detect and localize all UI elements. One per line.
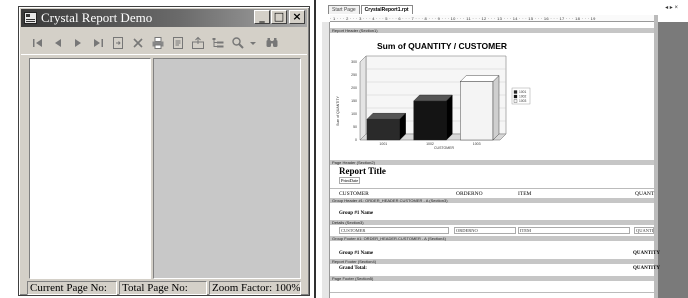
section-details[interactable]: Details (Section3) xyxy=(330,220,654,225)
x-tick-label: 1003 xyxy=(473,142,481,146)
report-designer: Start Page CrystalReport1.rpt ◂ ▸ × · 1 … xyxy=(322,0,688,298)
detail-field-item[interactable]: ITEM xyxy=(518,227,630,234)
next-page-icon[interactable] xyxy=(69,34,86,51)
group-tree-icon[interactable] xyxy=(209,34,226,51)
bar-side xyxy=(446,94,453,141)
designer-background xyxy=(658,22,688,298)
group-footer-name-field[interactable]: Group #1 Name xyxy=(339,251,373,256)
status-bar: Current Page No: Total Page No: Zoom Fac… xyxy=(27,281,303,295)
bar-side xyxy=(492,75,500,141)
divider-line xyxy=(330,188,654,189)
column-header-quantity[interactable]: QUANT xyxy=(635,191,654,197)
y-tick-label: 250 xyxy=(351,73,357,77)
designer-tabs: Start Page CrystalReport1.rpt xyxy=(328,5,414,14)
detail-field-orderno[interactable]: ORDERNO xyxy=(454,227,516,234)
first-page-icon[interactable] xyxy=(29,34,46,51)
title-bar[interactable]: Crystal Report Demo _ □ × xyxy=(21,9,307,27)
detail-field-customer[interactable]: CUSTOMER xyxy=(339,227,449,234)
section-page-footer[interactable]: Page Footer (Section5) xyxy=(330,276,654,281)
section-group-header[interactable]: Group Header #1: ORDER_HEADER.CUSTOMER -… xyxy=(330,198,654,203)
close-tab-icon[interactable]: ◂ ▸ × xyxy=(665,4,678,11)
group-sum-quantity-field[interactable]: QUANTITY xyxy=(633,251,660,256)
legend-swatch xyxy=(513,94,518,99)
y-tick-label: 150 xyxy=(351,99,357,103)
x-tick-label: 1001 xyxy=(379,142,387,146)
y-tick-label: 0 xyxy=(355,138,357,142)
chart-title: Sum of QUANTITY / CUSTOMER xyxy=(377,41,507,51)
section-group-footer[interactable]: Group Footer #1: ORDER_HEADER.CUSTOMER -… xyxy=(330,236,654,241)
current-page-status: Current Page No: xyxy=(27,281,117,295)
bar-chart[interactable]: Sum of QUANTITY / CUSTOMER Sum of QUANTI… xyxy=(334,35,534,157)
report-title-field[interactable]: Report Title xyxy=(339,166,386,176)
goto-page-icon[interactable] xyxy=(109,34,126,51)
legend-entry: 1002 xyxy=(519,95,527,99)
horizontal-ruler: · 1 · · · 2 · · · 3 · · · 4 · · · 5 · · … xyxy=(330,15,654,22)
y-axis-label: Sum of QUANTITY xyxy=(336,95,340,125)
section-page-header[interactable]: Page Header (Section2) xyxy=(330,160,654,165)
export-icon[interactable] xyxy=(169,34,186,51)
bar xyxy=(413,100,447,141)
chart-side-wall xyxy=(359,55,367,141)
bar-top xyxy=(413,94,453,102)
caption-buttons: _ □ × xyxy=(253,10,305,24)
bar-top xyxy=(366,112,407,120)
report-viewer-window: Crystal Report Demo _ □ × Current Page N… xyxy=(18,6,310,296)
tab-crystal-report[interactable]: CrystalReport1.rpt xyxy=(360,5,413,14)
section-report-header[interactable]: Report Header (Section1) xyxy=(330,28,654,33)
section-report-footer[interactable]: Report Footer (Section4) xyxy=(330,259,654,264)
print-icon[interactable] xyxy=(149,34,166,51)
grand-total-label: Grand Total: xyxy=(339,266,367,271)
legend-swatch xyxy=(513,99,518,103)
zoom-icon[interactable] xyxy=(229,34,246,51)
y-tick-label: 50 xyxy=(353,125,357,129)
legend-entry: 1001 xyxy=(519,90,527,94)
bar xyxy=(366,118,400,141)
window-title: Crystal Report Demo xyxy=(41,10,153,25)
close-view-icon[interactable] xyxy=(129,34,146,51)
y-tick-label: 100 xyxy=(351,112,357,116)
prev-page-icon[interactable] xyxy=(49,34,66,51)
page-footer-line xyxy=(330,292,654,293)
y-tick-label: 300 xyxy=(351,60,357,64)
close-button[interactable]: × xyxy=(289,10,305,24)
last-page-icon[interactable] xyxy=(89,34,106,51)
zoom-dropdown-icon[interactable] xyxy=(249,34,257,51)
refresh-icon[interactable] xyxy=(189,34,206,51)
app-icon xyxy=(24,12,37,24)
column-header-customer[interactable]: CUSTOMER xyxy=(339,191,369,197)
vertical-ruler xyxy=(322,22,330,298)
search-icon[interactable] xyxy=(263,34,280,51)
x-axis-label: CUSTOMER xyxy=(434,146,454,150)
group-tree-pane[interactable] xyxy=(29,58,151,279)
group-name-field[interactable]: Group #1 Name xyxy=(339,211,373,216)
minimize-button[interactable]: _ xyxy=(254,10,270,24)
total-page-status: Total Page No: xyxy=(119,281,207,295)
bar-top xyxy=(459,75,500,82)
bar xyxy=(460,81,494,141)
print-date-field[interactable]: PrintDate xyxy=(339,177,361,184)
maximize-button[interactable]: □ xyxy=(271,10,287,24)
legend-entry: 1003 xyxy=(519,99,527,103)
zoom-factor-status: Zoom Factor: 100% xyxy=(209,281,301,295)
y-tick-label: 200 xyxy=(351,86,357,90)
tab-start-page[interactable]: Start Page xyxy=(328,5,360,14)
detail-field-quantity[interactable]: QUANTITY xyxy=(634,227,654,234)
window-divider xyxy=(314,0,316,298)
report-preview-pane[interactable] xyxy=(153,58,301,279)
column-header-orderno[interactable]: ORDERNO xyxy=(456,191,483,197)
legend-swatch xyxy=(513,90,518,94)
grand-total-quantity-field[interactable]: QUANTITY xyxy=(633,266,660,271)
column-header-item[interactable]: ITEM xyxy=(518,191,531,197)
viewer-toolbar xyxy=(21,31,307,55)
x-tick-label: 1002 xyxy=(426,142,434,146)
